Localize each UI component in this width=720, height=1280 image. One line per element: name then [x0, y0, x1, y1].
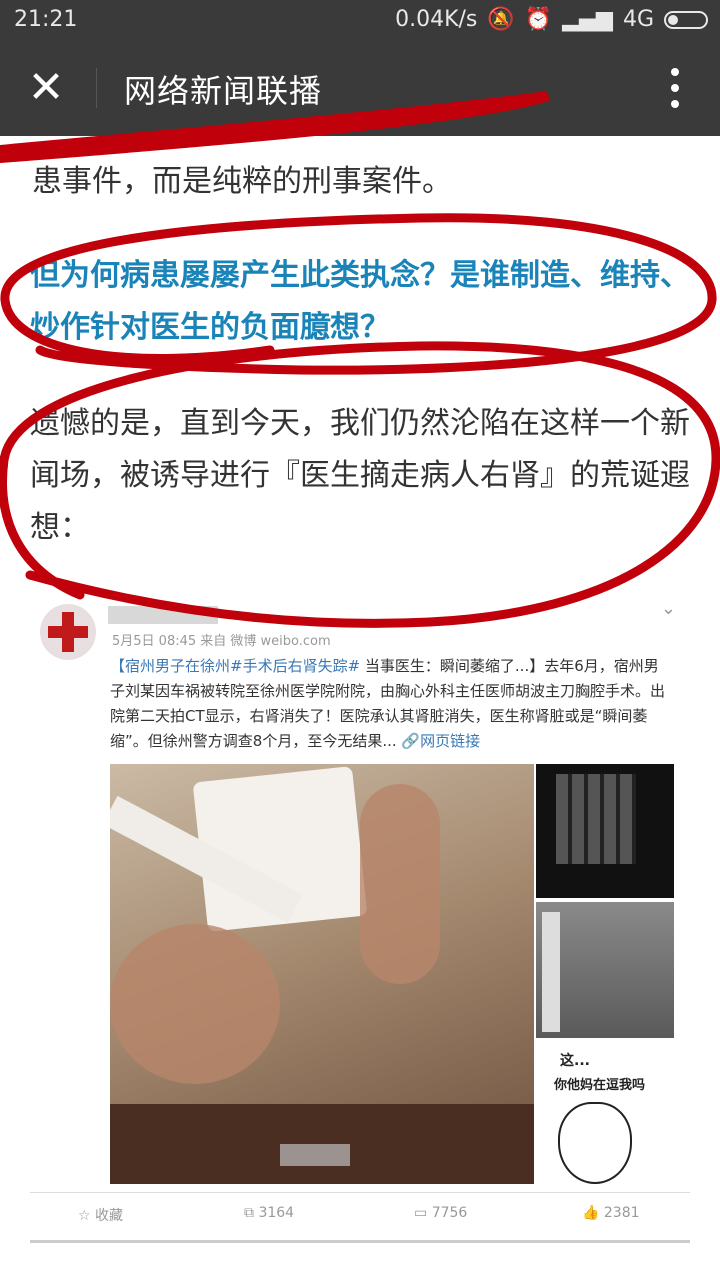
repost-icon: ⧉	[244, 1205, 254, 1221]
meme-text-1: 这...	[560, 1053, 590, 1069]
post-hashtag[interactable]: 【宿州男子在徐州#手术后右肾失踪#	[110, 657, 360, 675]
net-speed: 0.04K/s	[395, 7, 478, 32]
article-paragraph-main: 遗憾的是，直到今天，我们仍然沦陷在这样一个新闻场，被诱导进行『医生摘走病人右肾』…	[30, 406, 690, 545]
username-blurred[interactable]	[108, 606, 218, 624]
close-icon[interactable]: ✕	[22, 64, 70, 112]
status-time: 21:21	[14, 7, 78, 32]
post-photo-hospital-sign[interactable]	[536, 902, 674, 1038]
post-photo-meme[interactable]: 这... 你他妈在逗我吗	[536, 1042, 674, 1186]
like-button[interactable]: 👍 2381	[582, 1205, 640, 1221]
divider	[96, 68, 97, 108]
title-bar: ✕ 网络新闻联播	[0, 40, 720, 136]
status-bar: 21:21 0.04K/s 🔕 ⏰ ▂▄▆ 4G	[0, 0, 720, 40]
link-icon: 🔗	[401, 732, 421, 750]
comment-count: 7756	[431, 1205, 468, 1221]
star-icon: ☆	[78, 1208, 91, 1224]
thumbs-up-icon: 👍	[582, 1205, 600, 1221]
weibo-card: 5月5日 08:45 来自 微博 weibo.com ⌄ 【宿州男子在徐州#手术…	[30, 592, 690, 1243]
repost-count: 3164	[258, 1205, 295, 1221]
comment-button[interactable]: ▭ 7756	[414, 1205, 467, 1221]
page-title: 网络新闻联播	[124, 72, 323, 110]
post-photo-ct-scan[interactable]	[536, 764, 674, 898]
blur-patch	[280, 1144, 350, 1166]
web-link[interactable]: 网页链接	[420, 732, 480, 750]
hand-left	[110, 924, 280, 1084]
like-count: 2381	[603, 1205, 640, 1221]
avatar[interactable]	[40, 604, 96, 660]
battery-icon	[664, 10, 708, 29]
mute-icon: 🔕	[487, 7, 515, 32]
meme-face	[558, 1102, 632, 1184]
article-paragraph-top: 患事件，而是纯粹的刑事案件。	[32, 164, 452, 199]
repost-button[interactable]: ⧉ 3164	[244, 1205, 294, 1221]
article-question: 但为何病患屡屡产生此类执念？是谁制造、维持、炒作针对医生的负面臆想？	[30, 258, 690, 345]
status-icons: 0.04K/s 🔕 ⏰ ▂▄▆ 4G	[395, 7, 708, 32]
more-menu-icon[interactable]	[670, 68, 680, 108]
article-content[interactable]: 患事件，而是纯粹的刑事案件。 但为何病患屡屡产生此类执念？是谁制造、维持、炒作针…	[0, 136, 720, 1280]
action-bar: ☆ 收藏 ⧉ 3164 ▭ 7756 👍 2381	[30, 1192, 690, 1237]
favorite-label: 收藏	[95, 1208, 124, 1224]
post-text: 【宿州男子在徐州#手术后右肾失踪# 当事医生：瞬间萎缩了...】去年6月，宿州男…	[110, 654, 670, 754]
hand-right	[360, 784, 440, 984]
favorite-button[interactable]: ☆ 收藏	[78, 1205, 123, 1225]
post-meta: 5月5日 08:45 来自 微博 weibo.com	[112, 634, 331, 649]
chevron-down-icon[interactable]: ⌄	[661, 598, 676, 619]
signal-icon: ▂▄▆	[562, 7, 613, 32]
meme-text-2: 你他妈在逗我吗	[554, 1078, 646, 1093]
comment-icon: ▭	[414, 1205, 428, 1221]
network-type: 4G	[622, 7, 654, 32]
alarm-icon: ⏰	[524, 7, 553, 32]
post-photo-main[interactable]	[110, 764, 534, 1184]
